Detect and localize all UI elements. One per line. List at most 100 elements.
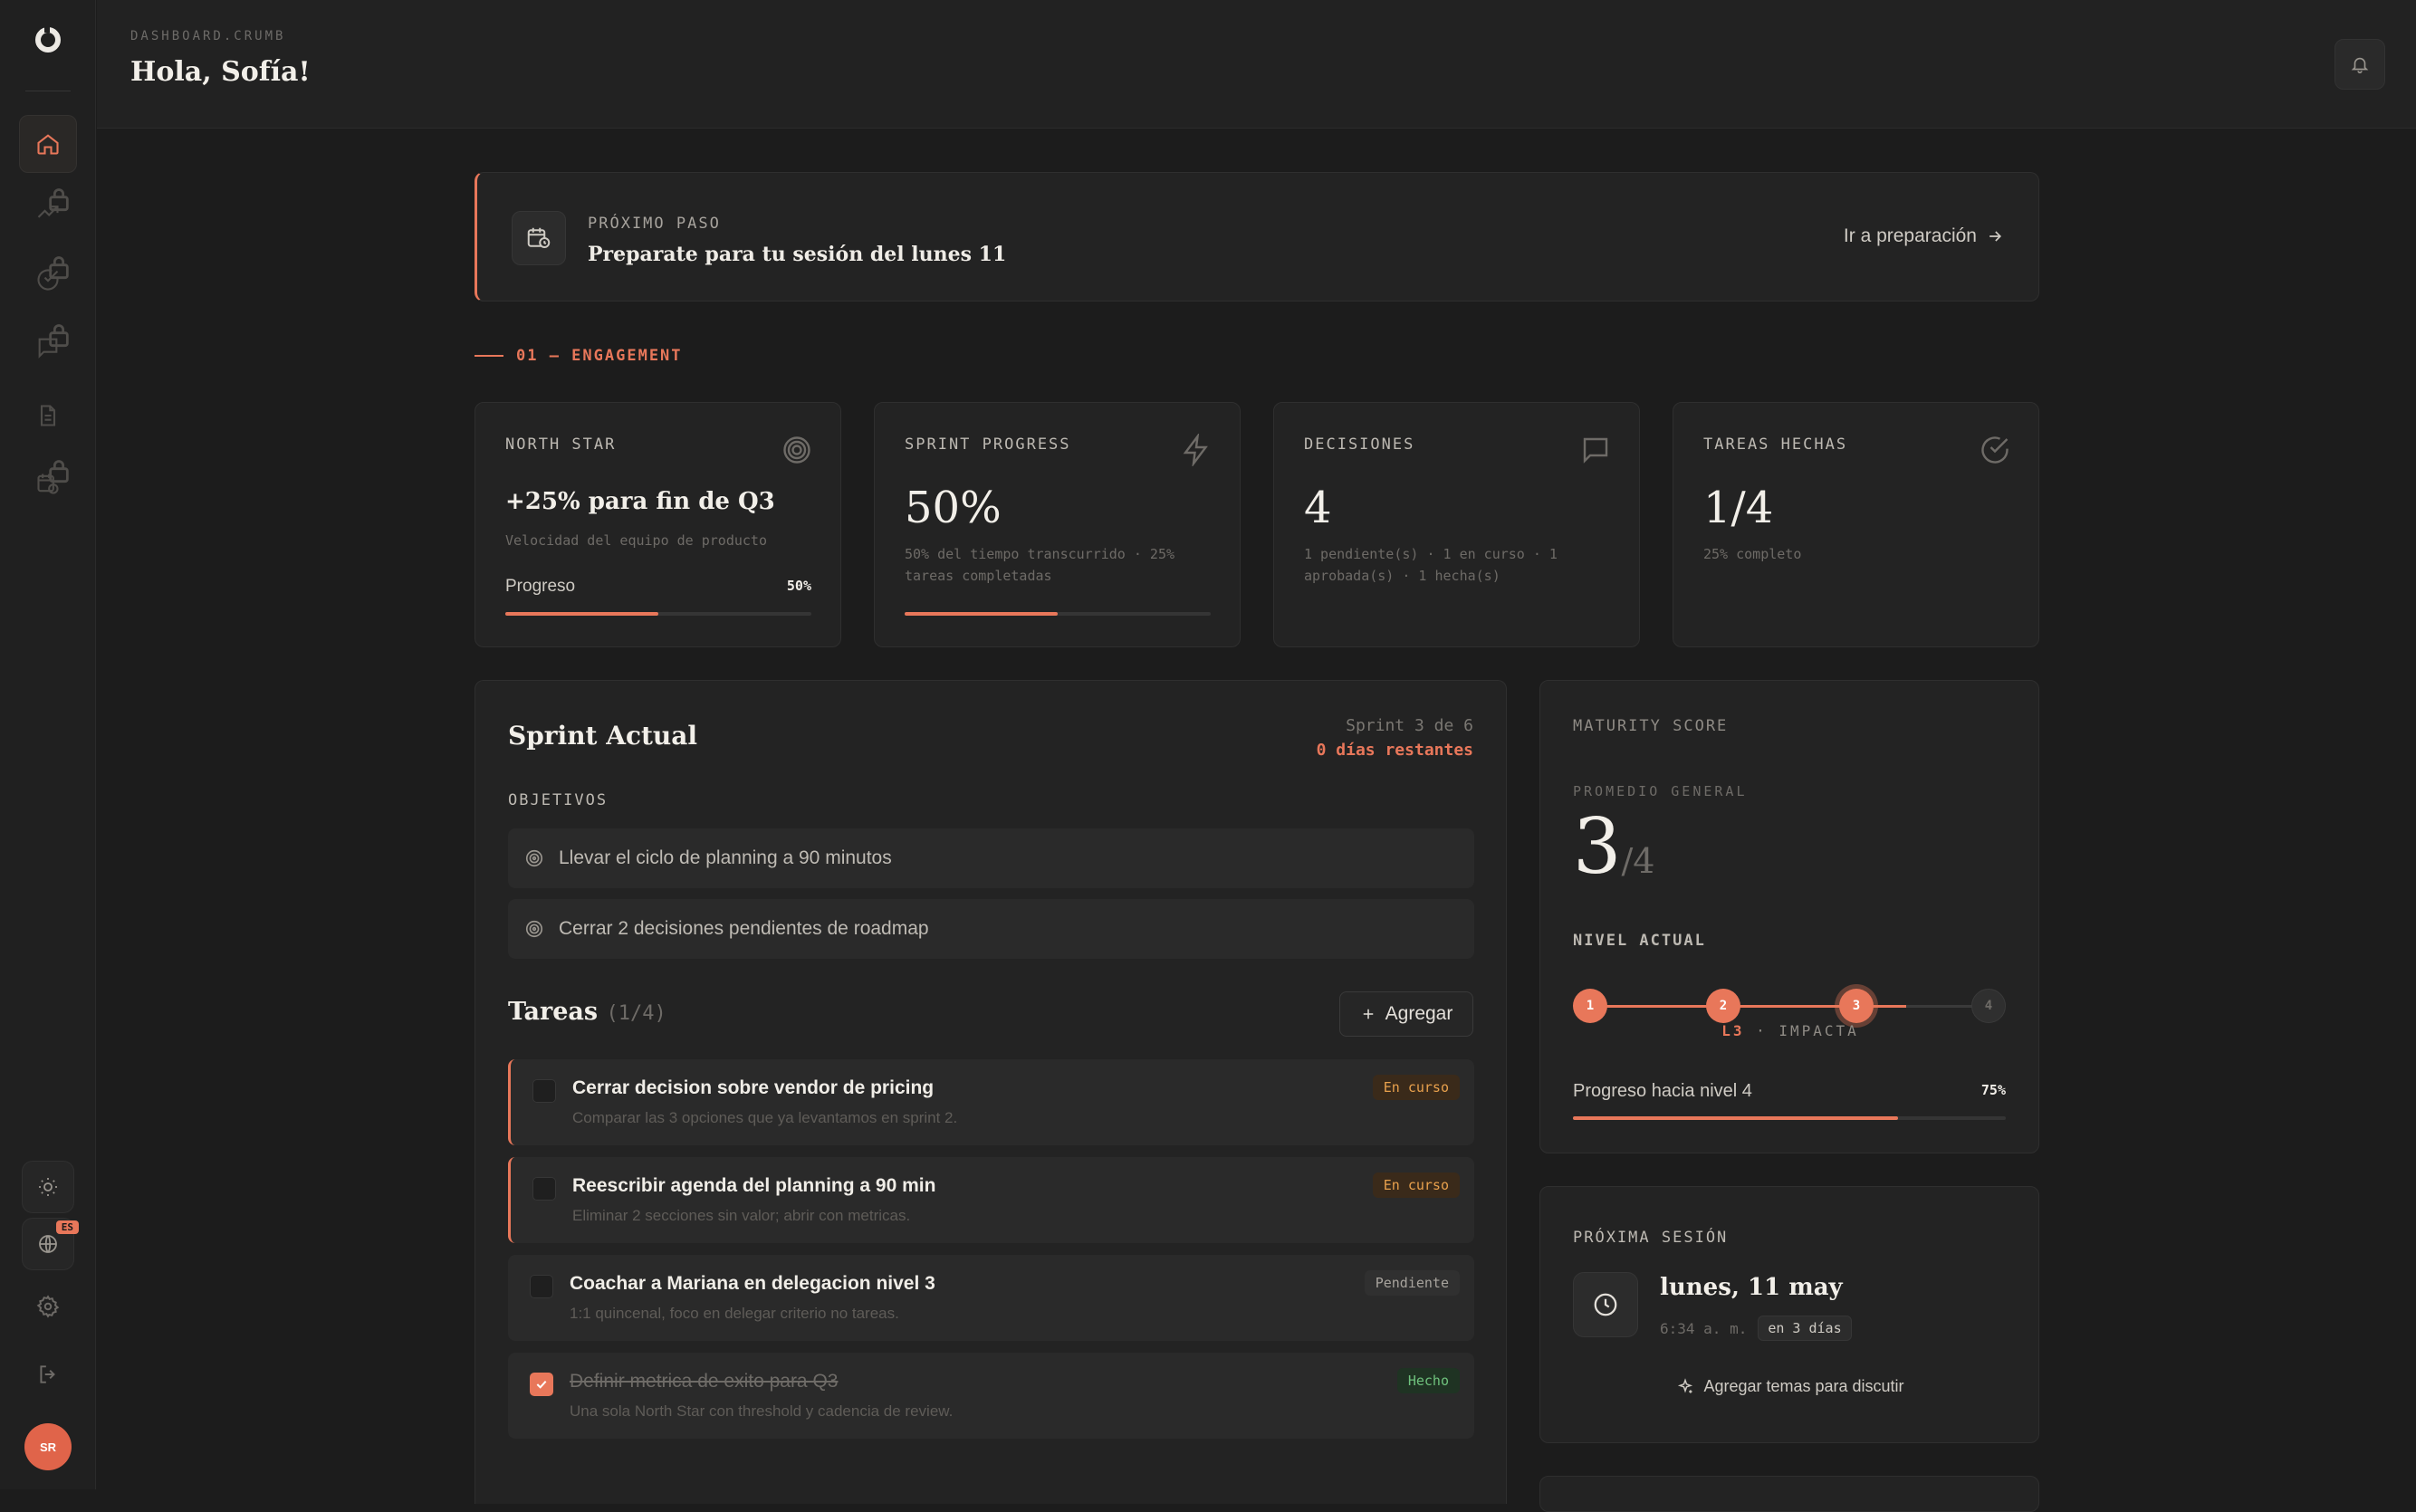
calendar-clock-icon — [512, 211, 566, 265]
score-value: 3 — [1573, 802, 1622, 891]
session-date: lunes, 11 may — [1660, 1274, 1843, 1301]
metric-title: DECISIONES — [1304, 435, 1415, 454]
logout-icon — [40, 1365, 55, 1383]
metric-subtitle: 50% del tiempo transcurrido · 25% tareas… — [905, 546, 1175, 584]
sprint-panel: Sprint Actual Sprint 3 de 6 0 días resta… — [475, 680, 1507, 1504]
status-badge: Hecho — [1396, 1368, 1460, 1393]
nav-home[interactable] — [19, 115, 77, 173]
settings-button[interactable] — [22, 1280, 74, 1333]
lightning-icon — [1183, 434, 1208, 466]
lock-icon — [49, 324, 69, 348]
task-checkbox[interactable] — [532, 1177, 556, 1201]
progress-value: 75% — [1980, 1082, 2006, 1098]
sprint-title: Sprint Actual — [508, 721, 698, 751]
tasks-title: Tareas — [508, 998, 599, 1026]
next-step-label: PRÓXIMO PASO — [588, 215, 721, 233]
sprint-remaining: 0 días restantes — [1316, 741, 1473, 760]
add-topics-label: Agregar temas para discutir — [1703, 1377, 1904, 1395]
add-task-label: Agregar — [1385, 1003, 1453, 1024]
language-button[interactable]: ES — [22, 1218, 79, 1270]
progress-bar — [905, 612, 1211, 616]
lock-icon — [49, 188, 69, 212]
target-icon — [783, 436, 810, 464]
metric-value: +25% para fin de Q3 — [505, 488, 775, 515]
metric-title: SPRINT PROGRESS — [905, 435, 1071, 454]
metric-card-north-star: NORTH STAR +25% para fin de Q3 Velocidad… — [475, 402, 841, 647]
lock-icon — [49, 256, 69, 280]
status-badge: En curso — [1372, 1075, 1460, 1100]
task-row[interactable]: Coachar a Mariana en delegacion nivel 3 … — [508, 1255, 1474, 1341]
progress-bar — [1573, 1116, 2006, 1120]
progress-value: 50% — [786, 578, 811, 594]
level-dot-2: 2 — [1706, 989, 1740, 1023]
target-icon — [525, 849, 543, 867]
logout-button[interactable] — [22, 1348, 74, 1401]
metric-title: TAREAS HECHAS — [1703, 435, 1848, 454]
level-dot-3: 3 — [1839, 989, 1874, 1023]
message-icon — [1583, 437, 1608, 464]
nav-documents[interactable] — [19, 387, 77, 445]
task-title: Reescribir agenda del planning a 90 min — [572, 1175, 936, 1196]
task-row[interactable]: Reescribir agenda del planning a 90 min … — [508, 1157, 1474, 1243]
next-session-card: PRÓXIMA SESIÓN lunes, 11 may 6:34 a. m. … — [1539, 1186, 2039, 1443]
app-logo[interactable] — [35, 24, 61, 53]
add-task-button[interactable]: Agregar — [1339, 991, 1473, 1037]
check-icon — [536, 1380, 547, 1389]
task-row[interactable]: Definir metrica de exito para Q3 Una sol… — [508, 1353, 1474, 1439]
task-checkbox[interactable] — [530, 1275, 553, 1298]
session-time: 6:34 a. m. — [1660, 1319, 1748, 1337]
breadcrumb: DASHBOARD.CRUMB — [130, 29, 286, 43]
score-max: /4 — [1621, 841, 1655, 881]
session-title: PRÓXIMA SESIÓN — [1573, 1229, 1729, 1247]
clock-icon — [1573, 1272, 1638, 1337]
level-code: L3 — [1721, 1022, 1745, 1039]
metric-value: 50% — [905, 483, 1002, 533]
task-title: Coachar a Mariana en delegacion nivel 3 — [570, 1273, 935, 1294]
task-title: Definir metrica de exito para Q3 — [570, 1371, 839, 1392]
next-card-peek — [1539, 1476, 2039, 1512]
theme-toggle-button[interactable] — [22, 1161, 74, 1213]
page-title: Hola, Sofía! — [130, 56, 311, 88]
average-label: PROMEDIO GENERAL — [1573, 783, 1748, 799]
task-title: Cerrar decision sobre vendor de pricing — [572, 1077, 935, 1098]
nav-messages[interactable] — [19, 319, 77, 377]
sun-icon — [39, 1178, 57, 1196]
objective-item: Cerrar 2 decisiones pendientes de roadma… — [508, 899, 1474, 959]
task-checkbox[interactable] — [532, 1079, 556, 1103]
document-icon — [40, 405, 56, 426]
next-step-banner: PRÓXIMO PASO Preparate para tu sesión de… — [475, 172, 2039, 301]
nav-calendar[interactable] — [19, 455, 77, 512]
sparkle-icon — [1678, 1377, 1693, 1393]
status-badge: En curso — [1372, 1172, 1460, 1198]
metric-card-tasks-done: TAREAS HECHAS 1/4 25% completo — [1673, 402, 2039, 647]
objective-item: Llevar el ciclo de planning a 90 minutos — [508, 828, 1474, 888]
go-to-preparation-link[interactable]: Ir a preparación — [1844, 225, 2004, 247]
notifications-button[interactable] — [2335, 39, 2385, 90]
sprint-meta: Sprint 3 de 6 0 días restantes — [1317, 713, 1473, 762]
task-description: 1:1 quincenal, foco en delegar criterio … — [570, 1305, 899, 1322]
avatar[interactable]: SR — [24, 1423, 72, 1470]
nav-trends[interactable] — [19, 183, 77, 241]
go-to-preparation-label: Ir a preparación — [1843, 225, 1977, 246]
nav-checks[interactable] — [19, 251, 77, 309]
plus-icon — [1363, 1009, 1373, 1019]
globe-icon — [39, 1235, 57, 1253]
language-badge: ES — [55, 1220, 79, 1234]
sprint-number: Sprint 3 de 6 — [1346, 716, 1473, 735]
session-countdown: en 3 días — [1758, 1316, 1852, 1341]
top-header: DASHBOARD.CRUMB Hola, Sofía! — [97, 0, 2416, 129]
maturity-title: MATURITY SCORE — [1573, 717, 1729, 735]
metric-card-decisions: DECISIONES 4 1 pendiente(s) · 1 en curso… — [1273, 402, 1640, 647]
session-time-row: 6:34 a. m. en 3 días — [1660, 1316, 1852, 1341]
metric-value: 4 — [1304, 483, 1332, 533]
maturity-score: 3/4 — [1573, 802, 1654, 891]
task-description: Una sola North Star con threshold y cade… — [570, 1402, 954, 1420]
progress-bar — [505, 612, 811, 616]
next-step-text: Preparate para tu sesión del lunes 11 — [588, 243, 1007, 266]
progress-label: Progreso hacia nivel 4 — [1573, 1081, 1752, 1101]
add-topics-button[interactable]: Agregar temas para discutir — [1540, 1377, 2040, 1396]
metric-subtitle: Velocidad del equipo de producto — [505, 532, 767, 549]
lock-icon — [49, 460, 69, 483]
task-row[interactable]: Cerrar decision sobre vendor de pricing … — [508, 1059, 1474, 1145]
task-checkbox-checked[interactable] — [530, 1373, 553, 1396]
